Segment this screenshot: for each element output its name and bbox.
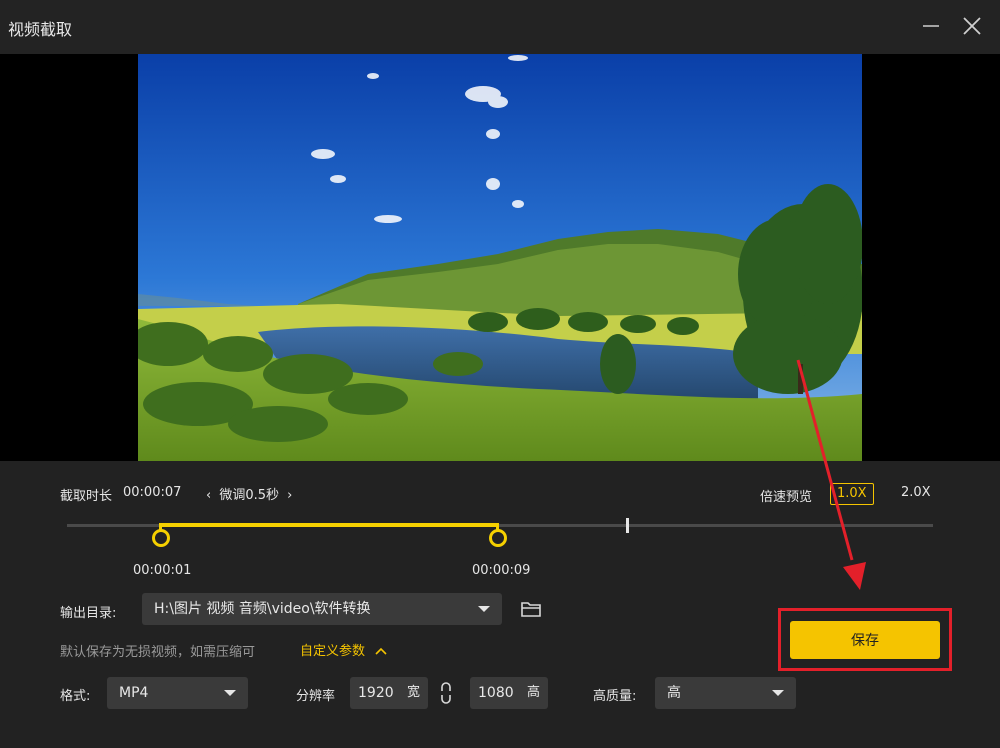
output-hint: 默认保存为无损视频，如需压缩可 (60, 645, 256, 660)
end-handle[interactable] (489, 529, 507, 547)
fine-tune-label: 微调0.5秒 (219, 488, 280, 503)
chevron-up-icon (375, 644, 387, 659)
folder-icon (521, 602, 541, 617)
quality-label: 高质量: (593, 689, 637, 704)
height-unit: 高 (526, 685, 540, 700)
end-time: 00:00:09 (472, 563, 531, 578)
close-icon (963, 17, 981, 35)
custom-params-label: 自定义参数 (300, 644, 366, 659)
format-label: 格式: (60, 689, 91, 704)
minimize-button[interactable] (917, 12, 945, 40)
resolution-width-input[interactable] (358, 677, 398, 709)
output-dir-select[interactable]: H:\图片 视频 音频\video\软件转换 (142, 593, 502, 625)
window-title: 视频截取 (8, 20, 73, 39)
quality-value: 高 (667, 685, 681, 701)
resolution-width-box[interactable]: 宽 (350, 677, 428, 709)
video-frame (138, 54, 862, 461)
browse-folder-button[interactable] (520, 599, 542, 623)
timeline-selection (160, 523, 498, 527)
chevron-down-icon (772, 690, 784, 696)
width-unit: 宽 (406, 685, 420, 700)
save-button[interactable]: 保存 (790, 621, 940, 659)
chevron-down-icon (478, 606, 490, 612)
playhead[interactable] (626, 518, 629, 533)
chevron-right-icon[interactable]: › (287, 488, 292, 503)
format-value: MP4 (119, 685, 149, 701)
start-time: 00:00:01 (133, 563, 192, 578)
speed-preview-label: 倍速预览 (760, 490, 813, 505)
minimize-icon (923, 25, 939, 27)
custom-params-toggle[interactable]: 自定义参数 (300, 640, 387, 659)
format-select[interactable]: MP4 (107, 677, 248, 709)
chevron-down-icon (224, 690, 236, 696)
start-handle[interactable] (152, 529, 170, 547)
controls-panel: 截取时长 00:00:07 ‹ 微调0.5秒 › 倍速预览 1.0X 2.0X … (0, 461, 1000, 748)
quality-select[interactable]: 高 (655, 677, 796, 709)
video-preview (0, 54, 1000, 461)
speed-2x-button[interactable]: 2.0X (895, 483, 937, 505)
resolution-label: 分辨率 (296, 689, 336, 704)
fine-tune-control[interactable]: ‹ 微调0.5秒 › (206, 484, 292, 503)
link-icon (441, 682, 451, 704)
speed-1x-button[interactable]: 1.0X (830, 483, 874, 505)
resolution-height-input[interactable] (478, 677, 518, 709)
aspect-lock-button[interactable] (438, 682, 454, 708)
trim-duration-value: 00:00:07 (123, 485, 182, 500)
chevron-left-icon[interactable]: ‹ (206, 488, 211, 503)
resolution-height-box[interactable]: 高 (470, 677, 548, 709)
title-bar: 视频截取 (0, 0, 1000, 54)
output-dir-value: H:\图片 视频 音频\video\软件转换 (154, 601, 371, 617)
trim-duration-label: 截取时长 (60, 489, 113, 504)
close-button[interactable] (958, 12, 986, 40)
output-dir-label: 输出目录: (60, 606, 117, 621)
